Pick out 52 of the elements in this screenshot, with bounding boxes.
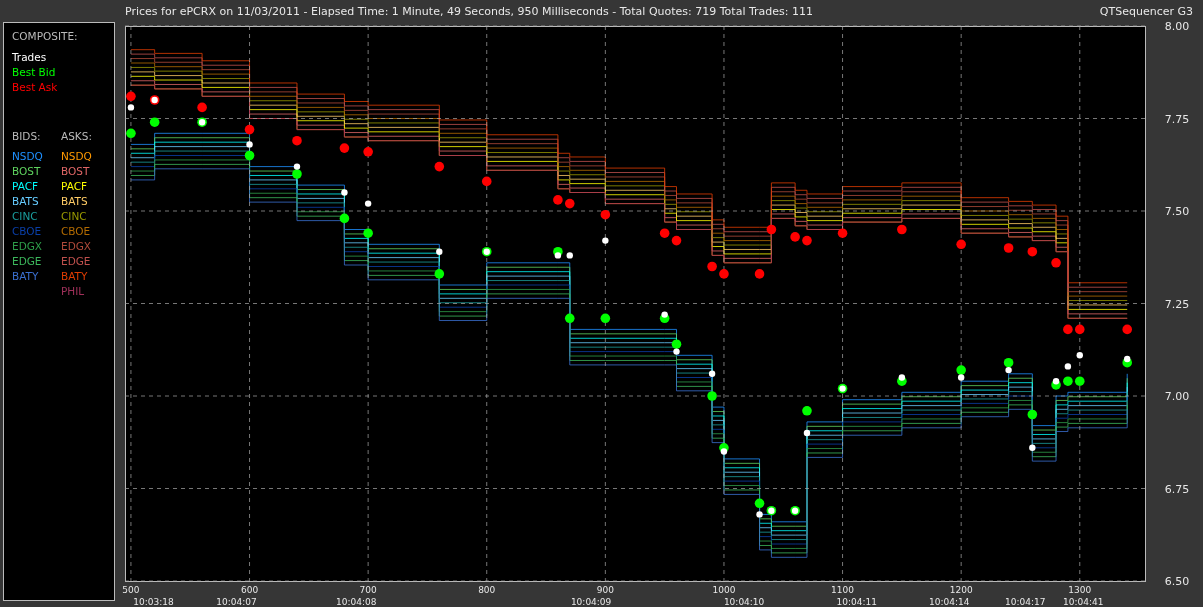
legend-item: CBOE (12, 224, 43, 239)
axis-label: 7.75 (1164, 112, 1190, 126)
legend-item: CBOE (61, 224, 92, 239)
axis-label: 1100 (831, 585, 854, 595)
axis-label: 7.25 (1164, 297, 1190, 311)
time-label: 10:04:14 (929, 597, 970, 607)
legend-item: EDGE (61, 254, 92, 269)
legend-item: PACF (61, 179, 89, 194)
axis-label: 8.00 (1164, 22, 1190, 33)
legend-item: NSDQ (61, 149, 93, 164)
axis-label: 500 (122, 585, 140, 595)
legend-item: EDGX (61, 239, 93, 254)
legend-item: BOST (12, 164, 42, 179)
axis-label: 7.00 (1164, 390, 1190, 403)
time-label: 10:04:09 (570, 597, 612, 607)
axis-label: 1200 (949, 585, 973, 595)
axis-label: 7.50 (1164, 205, 1190, 218)
axis-label: 700 (359, 585, 377, 595)
legend-heading: ASKS: (61, 129, 93, 144)
legend-item: BATS (61, 194, 89, 209)
legend-heading: COMPOSITE: (12, 29, 79, 44)
legend-heading: BIDS: (12, 129, 42, 144)
axis-label: 6.50 (1164, 575, 1190, 588)
legend-item: EDGE (12, 254, 43, 269)
time-label: 10:04:41 (1063, 597, 1104, 607)
axis-label: 800 (478, 585, 496, 595)
legend-item: EDGX (12, 239, 44, 254)
legend-item: BATS (12, 194, 40, 209)
legend-item: Best Ask (12, 80, 59, 95)
time-label: 10:04:17 (1005, 597, 1046, 607)
axis-label: 1000 (712, 585, 736, 595)
axis-label: 600 (240, 585, 259, 595)
app-name: QTSequencer G3 (1099, 4, 1193, 18)
legend-item: Trades (12, 50, 48, 65)
time-label: 10:03:18 (133, 597, 174, 607)
legend-item: BOST (61, 164, 91, 179)
chart-title: Prices for ePCRX on 11/03/2011 - Elapsed Time: 1 Minute, 49 Seconds, 950 Milliseconds - Total Quotes: 719 Total Trades: 111 (125, 4, 813, 18)
legend-item: PHIL (61, 284, 86, 299)
legend-item: CINC (12, 209, 39, 224)
time-label: 10:04:08 (336, 597, 377, 607)
time-label: 10:04:07 (216, 597, 257, 607)
legend-item: NSDQ (12, 149, 44, 164)
time-label: 10:04:10 (723, 597, 765, 607)
axis-label: 6.75 (1164, 482, 1190, 496)
legend-item: CINC (61, 209, 88, 224)
legend-item: BATY (12, 269, 40, 284)
time-label: 10:04:11 (836, 597, 877, 607)
axis-label: 900 (596, 585, 614, 595)
legend-item: PACF (12, 179, 40, 194)
legend-item: BATY (61, 269, 89, 284)
legend-item: Best Bid (12, 65, 57, 80)
axis-label: 1300 (1068, 585, 1092, 595)
